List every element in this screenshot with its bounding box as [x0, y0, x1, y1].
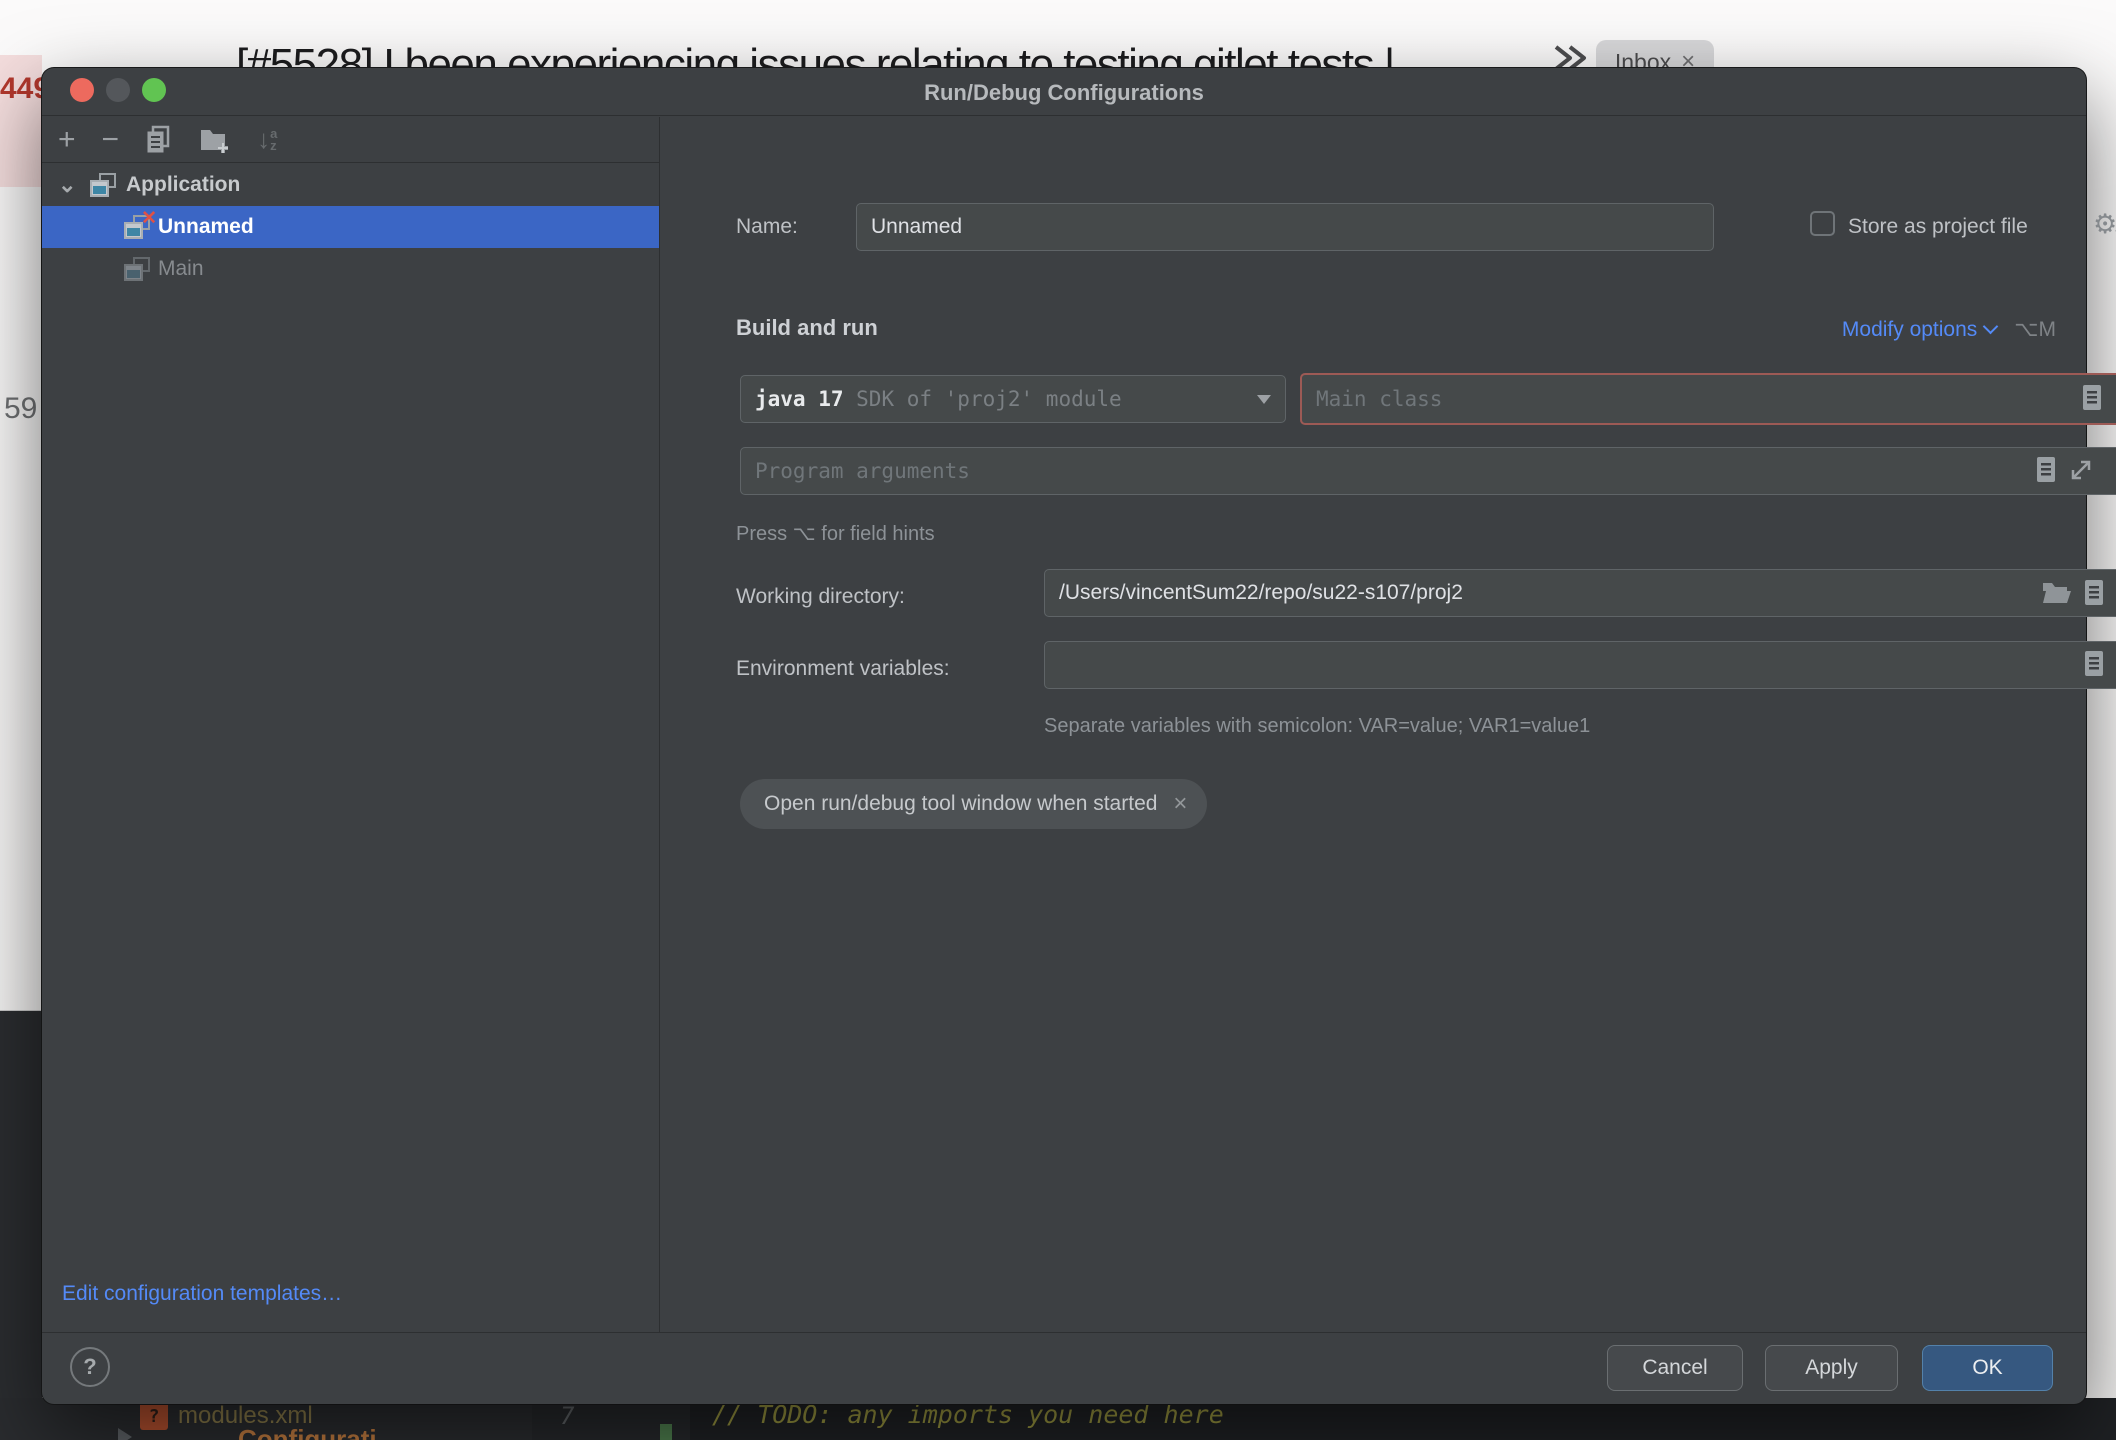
screen: [#5528] I been experiencing issues relat… — [0, 0, 2116, 1440]
dialog-footer: ? Cancel Apply OK — [42, 1332, 2086, 1404]
tree-group-application[interactable]: ⌄ Application — [42, 164, 659, 206]
code-comment: // TODO: any imports you need here — [712, 1400, 1224, 1429]
store-as-project-file-checkbox[interactable] — [1810, 211, 1835, 236]
working-directory-label: Working directory: — [736, 585, 905, 609]
xml-file-icon: ? — [140, 1402, 168, 1430]
browse-list-icon[interactable] — [2085, 651, 2103, 676]
add-configuration-button[interactable]: + — [58, 125, 76, 155]
copy-configuration-button[interactable] — [145, 125, 173, 155]
application-type-icon-dim — [124, 257, 150, 281]
tree-group-label: Application — [126, 173, 240, 197]
jre-selected-value: java 17 — [755, 387, 856, 411]
vcs-change-marker — [660, 1424, 672, 1440]
modify-options-shortcut: ⌥M — [2014, 317, 2056, 342]
help-button[interactable]: ? — [70, 1347, 110, 1387]
folder-icon[interactable] — [2041, 579, 2071, 605]
error-badge-icon: ✕ — [141, 207, 157, 230]
line-number: 7 — [560, 1402, 574, 1430]
configurations-toolbar: + − — [42, 117, 659, 163]
left-line-number: 59 — [4, 392, 37, 426]
ide-editor-strip: ? modules.xml Configurati 7 // TODO: any… — [0, 1398, 2116, 1440]
application-type-icon — [90, 173, 116, 197]
program-arguments-field-icons — [2037, 457, 2093, 482]
main-class-input[interactable] — [1300, 373, 2116, 425]
tree-item-label: Main — [158, 257, 204, 281]
application-type-icon: ✕ — [124, 215, 150, 239]
gear-icon[interactable]: ⚙▾ — [2093, 209, 2116, 240]
environment-variables-label: Environment variables: — [736, 657, 950, 681]
new-folder-button[interactable] — [199, 126, 231, 154]
tree-expand-arrow-icon[interactable] — [118, 1428, 132, 1440]
tree-item-unnamed[interactable]: ✕ Unnamed — [42, 206, 659, 248]
browse-list-icon[interactable] — [2083, 385, 2101, 410]
ok-button[interactable]: OK — [1922, 1345, 2053, 1391]
apply-button[interactable]: Apply — [1765, 1345, 1898, 1391]
configurations-panel: + − — [42, 117, 660, 1332]
dialog-title: Run/Debug Configurations — [42, 80, 2086, 106]
combo-arrow-icon — [1257, 395, 1271, 404]
build-and-run-section-title: Build and run — [736, 315, 878, 341]
file-name-partial[interactable]: Configurati — [238, 1424, 377, 1440]
dialog-titlebar: Run/Debug Configurations — [42, 68, 2086, 116]
configurations-tree: ⌄ Application ✕ Unnamed — [42, 164, 659, 290]
working-directory-field-icons — [2041, 579, 2103, 605]
environment-variables-field-icons — [2085, 651, 2103, 676]
program-arguments-input[interactable] — [740, 447, 2116, 495]
store-as-project-file-label: Store as project file — [1848, 215, 2028, 239]
modify-options-link[interactable]: Modify options — [1842, 318, 1977, 342]
jre-combo-box[interactable]: java 17 SDK of 'proj2' module — [740, 375, 1286, 423]
edit-configuration-templates-link[interactable]: Edit configuration templates… — [62, 1282, 342, 1306]
run-debug-configurations-dialog: Run/Debug Configurations + − — [42, 68, 2086, 1404]
jre-selected-detail: SDK of 'proj2' module — [856, 387, 1122, 411]
separator-hint: Separate variables with semicolon: VAR=v… — [1044, 715, 1590, 738]
left-count-badge: 449 — [0, 72, 40, 106]
browse-list-icon[interactable] — [2037, 457, 2055, 482]
configuration-form: Name: Store as project file ⚙▾ Build and… — [661, 117, 2086, 1332]
cancel-button[interactable]: Cancel — [1607, 1345, 1743, 1391]
browse-list-icon[interactable] — [2085, 580, 2103, 605]
environment-variables-input[interactable] — [1044, 641, 2116, 689]
name-input[interactable] — [856, 203, 1714, 251]
chip-label: Open run/debug tool window when started — [764, 792, 1157, 816]
open-tool-window-chip[interactable]: Open run/debug tool window when started … — [740, 779, 1207, 829]
expand-field-icon[interactable] — [2069, 458, 2093, 482]
remove-configuration-button[interactable]: − — [102, 125, 120, 155]
tree-chevron-icon[interactable]: ⌄ — [58, 172, 80, 198]
modify-options-control[interactable]: Modify options ⌥M — [1842, 317, 2056, 342]
working-directory-input[interactable] — [1044, 569, 2116, 617]
sort-configurations-button[interactable]: ↓ az — [257, 124, 277, 155]
tree-item-main[interactable]: Main — [42, 248, 659, 290]
tree-item-label: Unnamed — [158, 215, 254, 239]
left-ide-strip: oj2 ⌄ — [0, 1010, 42, 1440]
main-class-field-icons — [2083, 385, 2101, 410]
chevron-down-icon — [1983, 319, 1999, 335]
chip-close-icon[interactable]: × — [1173, 790, 1187, 818]
field-hints-hint: Press ⌥ for field hints — [736, 521, 935, 546]
name-label: Name: — [736, 215, 798, 239]
